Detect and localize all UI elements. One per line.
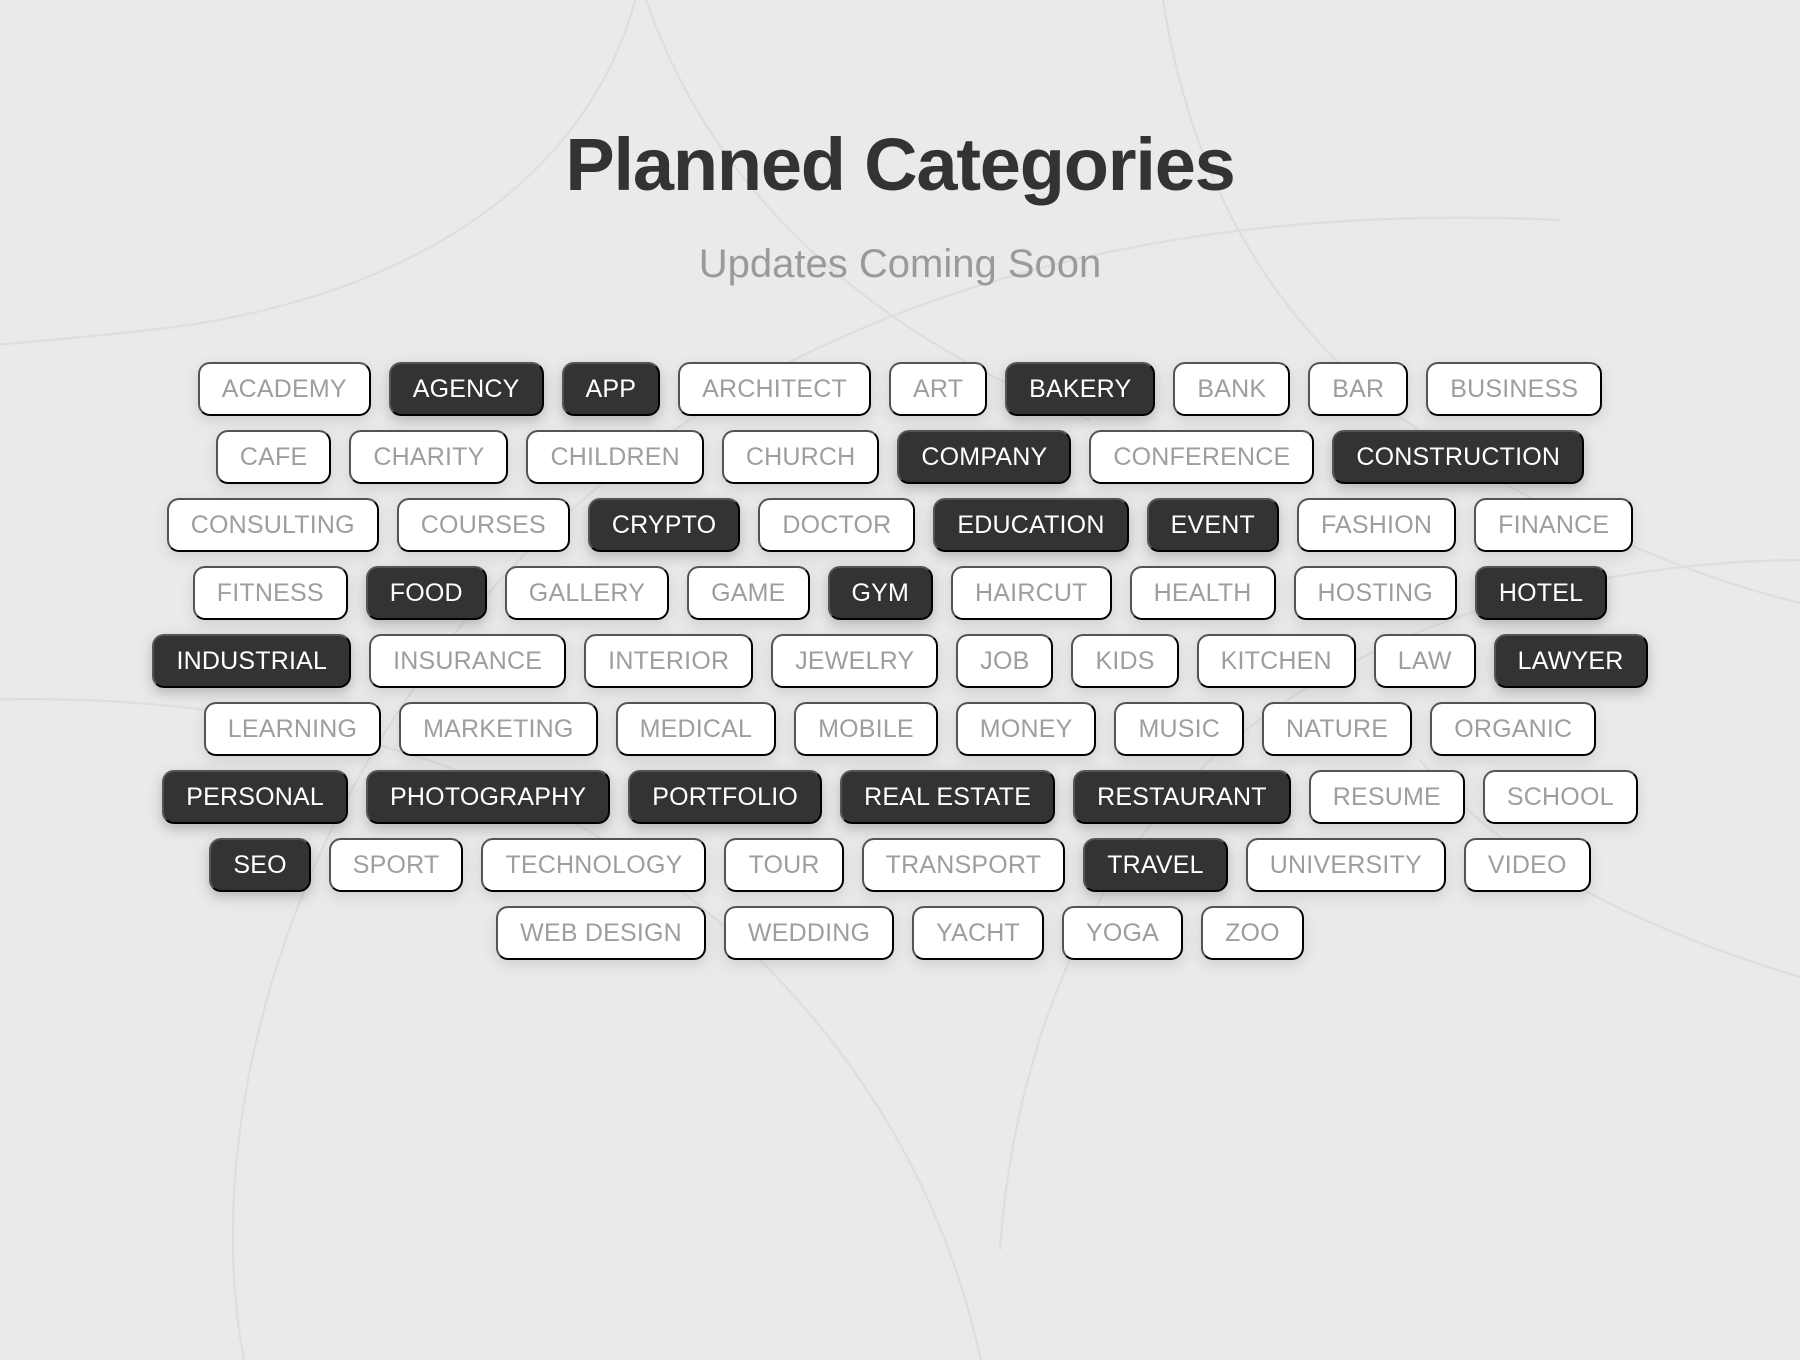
category-tag-bank[interactable]: BANK: [1173, 362, 1291, 416]
tag-row: INDUSTRIAL INSURANCE INTERIOR JEWELRY JOB KID…: [120, 634, 1680, 688]
tag-row: ACADEMY AGENCY APP ARCHITECT ART BAKERY BANK BA…: [120, 362, 1680, 416]
category-tag-agency[interactable]: AGENCY: [388, 362, 544, 416]
category-tag-app[interactable]: APP: [561, 362, 661, 416]
page-root: Planned Categories Updates Coming Soon A…: [0, 0, 1800, 1360]
category-tag-technology[interactable]: TECHNOLOGY: [481, 838, 707, 892]
tag-row: CONSULTING COURSES CRYPTO DOCTOR EDUCATION EV…: [120, 498, 1680, 552]
category-tag-children[interactable]: CHILDREN: [526, 430, 704, 484]
category-tag-cafe[interactable]: CAFE: [215, 430, 332, 484]
category-tag-food[interactable]: FOOD: [365, 566, 487, 620]
category-tag-bar[interactable]: BAR: [1308, 362, 1409, 416]
category-tag-event[interactable]: EVENT: [1146, 498, 1279, 552]
category-tag-sport[interactable]: SPORT: [328, 838, 464, 892]
category-tag-kids[interactable]: KIDS: [1071, 634, 1179, 688]
category-tag-church[interactable]: CHURCH: [721, 430, 880, 484]
category-tag-organic[interactable]: ORGANIC: [1430, 702, 1597, 756]
category-tag-web-design[interactable]: WEB DESIGN: [496, 906, 706, 960]
category-tag-school[interactable]: SCHOOL: [1482, 770, 1638, 824]
category-tag-kitchen[interactable]: KITCHEN: [1196, 634, 1356, 688]
category-tag-industrial[interactable]: INDUSTRIAL: [152, 634, 352, 688]
category-tag-law[interactable]: LAW: [1373, 634, 1476, 688]
category-tag-construction[interactable]: CONSTRUCTION: [1332, 430, 1585, 484]
tag-row: LEARNING MARKETING MEDICAL MOBILE MONEY MUSIC…: [120, 702, 1680, 756]
category-tag-game[interactable]: GAME: [687, 566, 810, 620]
category-tag-cloud: ACADEMY AGENCY APP ARCHITECT ART BAKERY BANK BA…: [120, 362, 1680, 960]
category-tag-mobile[interactable]: MOBILE: [794, 702, 938, 756]
category-tag-university[interactable]: UNIVERSITY: [1245, 838, 1446, 892]
category-tag-wedding[interactable]: WEDDING: [723, 906, 895, 960]
category-tag-art[interactable]: ART: [889, 362, 988, 416]
category-tag-zoo[interactable]: ZOO: [1201, 906, 1304, 960]
category-tag-music[interactable]: MUSIC: [1114, 702, 1245, 756]
category-tag-video[interactable]: VIDEO: [1463, 838, 1591, 892]
category-tag-courses[interactable]: COURSES: [396, 498, 570, 552]
category-tag-lawyer[interactable]: LAWYER: [1493, 634, 1648, 688]
tag-row: WEB DESIGN WEDDING YACHT YOGA ZOO: [120, 906, 1680, 960]
category-tag-nature[interactable]: NATURE: [1262, 702, 1413, 756]
category-tag-portfolio[interactable]: PORTFOLIO: [628, 770, 823, 824]
category-tag-education[interactable]: EDUCATION: [933, 498, 1129, 552]
tag-row: CAFE CHARITY CHILDREN CHURCH COMPANY CONFEREN…: [120, 430, 1680, 484]
tag-row: PERSONAL PHOTOGRAPHY PORTFOLIO REAL ESTATE R…: [120, 770, 1680, 824]
category-tag-yoga[interactable]: YOGA: [1062, 906, 1184, 960]
category-tag-resume[interactable]: RESUME: [1308, 770, 1465, 824]
category-tag-tour[interactable]: TOUR: [724, 838, 844, 892]
category-tag-travel[interactable]: TRAVEL: [1083, 838, 1228, 892]
category-tag-fitness[interactable]: FITNESS: [192, 566, 348, 620]
category-tag-hotel[interactable]: HOTEL: [1474, 566, 1608, 620]
category-tag-real-estate[interactable]: REAL ESTATE: [840, 770, 1056, 824]
category-tag-fashion[interactable]: FASHION: [1296, 498, 1457, 552]
category-tag-business[interactable]: BUSINESS: [1426, 362, 1603, 416]
category-tag-seo[interactable]: SEO: [209, 838, 311, 892]
category-tag-yacht[interactable]: YACHT: [912, 906, 1045, 960]
category-tag-interior[interactable]: INTERIOR: [584, 634, 754, 688]
page-subtitle: Updates Coming Soon: [698, 242, 1102, 286]
category-tag-academy[interactable]: ACADEMY: [197, 362, 371, 416]
category-tag-health[interactable]: HEALTH: [1129, 566, 1276, 620]
category-tag-job[interactable]: JOB: [956, 634, 1054, 688]
category-tag-charity[interactable]: CHARITY: [349, 430, 509, 484]
category-tag-money[interactable]: MONEY: [955, 702, 1097, 756]
category-tag-transport[interactable]: TRANSPORT: [861, 838, 1066, 892]
category-tag-medical[interactable]: MEDICAL: [615, 702, 777, 756]
category-tag-photography[interactable]: PHOTOGRAPHY: [366, 770, 611, 824]
category-tag-haircut[interactable]: HAIRCUT: [951, 566, 1112, 620]
category-tag-marketing[interactable]: MARKETING: [399, 702, 598, 756]
category-tag-learning[interactable]: LEARNING: [203, 702, 382, 756]
category-tag-hosting[interactable]: HOSTING: [1293, 566, 1457, 620]
page-title: Planned Categories: [565, 123, 1235, 206]
category-tag-crypto[interactable]: CRYPTO: [587, 498, 741, 552]
category-tag-bakery[interactable]: BAKERY: [1005, 362, 1156, 416]
category-tag-restaurant[interactable]: RESTAURANT: [1073, 770, 1291, 824]
category-tag-insurance[interactable]: INSURANCE: [369, 634, 567, 688]
category-tag-company[interactable]: COMPANY: [897, 430, 1072, 484]
category-tag-gallery[interactable]: GALLERY: [504, 566, 670, 620]
category-tag-jewelry[interactable]: JEWELRY: [771, 634, 939, 688]
category-tag-conference[interactable]: CONFERENCE: [1089, 430, 1315, 484]
tag-row: SEO SPORT TECHNOLOGY TOUR TRANSPORT TRAVEL UNI…: [120, 838, 1680, 892]
category-tag-gym[interactable]: GYM: [827, 566, 934, 620]
category-tag-architect[interactable]: ARCHITECT: [678, 362, 872, 416]
category-tag-personal[interactable]: PERSONAL: [162, 770, 349, 824]
category-tag-finance[interactable]: FINANCE: [1474, 498, 1634, 552]
tag-row: FITNESS FOOD GALLERY GAME GYM HAIRCUT HEALTH HO…: [120, 566, 1680, 620]
category-tag-consulting[interactable]: CONSULTING: [166, 498, 379, 552]
category-tag-doctor[interactable]: DOCTOR: [758, 498, 916, 552]
